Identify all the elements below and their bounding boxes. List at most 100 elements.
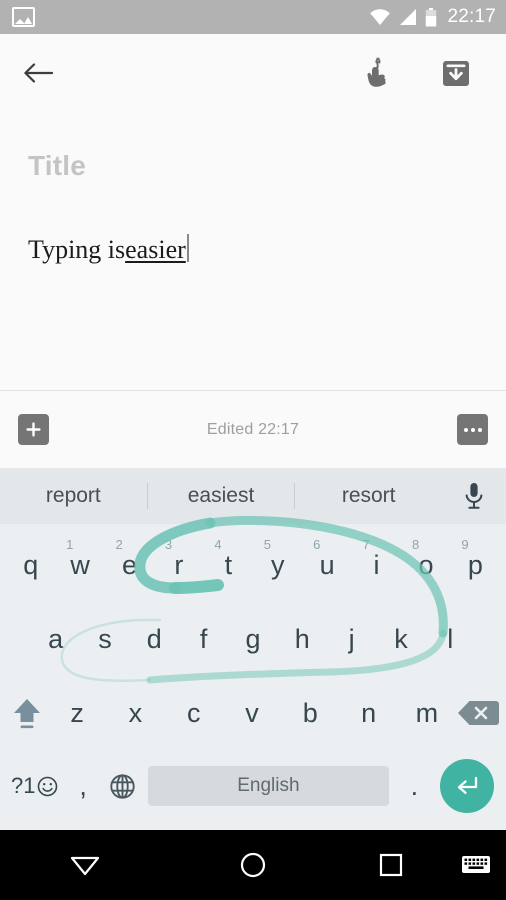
key-label: c [186, 697, 201, 728]
note-body-composing-text: easier [125, 235, 186, 264]
android-nav-bar [0, 830, 506, 900]
key-label: f [199, 623, 208, 654]
nav-keyboard-button[interactable] [446, 854, 506, 876]
key-digit-label: 5 [263, 537, 271, 552]
key-b[interactable]: b [281, 676, 339, 750]
key-label: u [319, 549, 335, 580]
key-label: a [48, 623, 64, 654]
key-label: p [467, 549, 483, 580]
emoji-smiley-icon [38, 776, 58, 796]
key-c[interactable]: c [165, 676, 223, 750]
keyboard-row-1: q 1 w 2 e 3 r 4 t 5 y 6 u 7 i 8 o 9 p [0, 528, 506, 602]
key-i[interactable]: 7 i [352, 528, 401, 602]
shift-key[interactable] [6, 676, 48, 750]
key-label: y [270, 549, 285, 580]
key-z[interactable]: z [48, 676, 106, 750]
suggestion-2[interactable]: resort [295, 484, 442, 508]
key-d[interactable]: d [130, 602, 179, 676]
back-arrow-icon [24, 63, 53, 83]
key-digit-label: 7 [362, 537, 370, 552]
key-label: n [361, 697, 377, 728]
key-n[interactable]: n [339, 676, 397, 750]
suggestion-strip: report easiest resort [0, 468, 506, 524]
key-o[interactable]: 8 o [401, 528, 450, 602]
key-l[interactable]: l [426, 602, 475, 676]
note-body-input[interactable]: Typing is easier [28, 230, 478, 265]
voice-input-button[interactable] [442, 481, 506, 511]
enter-key[interactable] [440, 759, 494, 813]
symbols-emoji-key[interactable]: ?1 [6, 750, 63, 822]
note-editor[interactable]: Title Typing is easier [0, 112, 506, 390]
add-attachment-button[interactable] [18, 414, 49, 445]
period-key[interactable]: . [395, 750, 434, 822]
key-digit-label: 4 [214, 537, 222, 552]
nav-recents-button[interactable] [336, 852, 446, 878]
back-button[interactable] [16, 51, 60, 95]
keyboard: report easiest resort q 1 w 2 e 3 r 4 t … [0, 468, 506, 830]
archive-button[interactable] [434, 51, 478, 95]
backspace-key[interactable] [456, 676, 500, 750]
suggestion-0[interactable]: report [0, 484, 147, 508]
key-digit-label: 6 [313, 537, 321, 552]
key-t[interactable]: 4 t [204, 528, 253, 602]
enter-return-icon [457, 776, 478, 794]
shift-icon [13, 699, 40, 729]
nav-back-triangle-icon [70, 856, 100, 876]
nav-home-button[interactable] [170, 851, 336, 879]
comma-key[interactable]: , [63, 750, 102, 822]
key-label: o [418, 549, 434, 580]
wifi-icon [370, 9, 391, 25]
key-f[interactable]: f [179, 602, 228, 676]
reminder-button[interactable] [356, 51, 400, 95]
keyboard-row-2: a s d f g h j k l [0, 602, 506, 676]
status-notifications [12, 7, 35, 27]
key-label: r [174, 549, 184, 580]
symbols-label: ?1 [10, 773, 36, 798]
key-label: l [447, 623, 454, 654]
key-label: g [245, 623, 261, 654]
phone-screen: 22:17 Title Typing is easier Edited 22:1… [0, 0, 506, 900]
status-system-icons: 22:17 [369, 6, 496, 28]
key-e[interactable]: 2 e [105, 528, 154, 602]
key-x[interactable]: x [106, 676, 164, 750]
language-switch-key[interactable] [103, 750, 142, 822]
key-s[interactable]: s [80, 602, 129, 676]
key-y[interactable]: 5 y [253, 528, 302, 602]
photo-icon [12, 7, 35, 27]
microphone-icon [465, 483, 483, 509]
key-rows: q 1 w 2 e 3 r 4 t 5 y 6 u 7 i 8 o 9 p a … [0, 524, 506, 822]
nav-back-button[interactable] [0, 852, 170, 878]
key-label: h [294, 623, 310, 654]
edited-timestamp: Edited 22:17 [206, 420, 300, 438]
key-m[interactable]: m [398, 676, 456, 750]
app-bar [0, 34, 506, 112]
key-label: k [394, 623, 408, 654]
key-q[interactable]: q [6, 528, 55, 602]
key-u[interactable]: 6 u [302, 528, 351, 602]
key-j[interactable]: j [327, 602, 376, 676]
note-title-input[interactable]: Title [28, 150, 478, 182]
key-g[interactable]: g [228, 602, 277, 676]
overflow-menu-button[interactable] [457, 414, 488, 445]
key-label: e [122, 549, 138, 580]
note-body-plain-text: Typing is [28, 235, 126, 264]
key-p[interactable]: 9 p [451, 528, 500, 602]
nav-home-circle-icon [240, 852, 266, 878]
key-label: j [348, 623, 355, 654]
space-key[interactable]: English [148, 766, 389, 806]
key-h[interactable]: h [278, 602, 327, 676]
key-a[interactable]: a [31, 602, 80, 676]
key-r[interactable]: 3 r [154, 528, 203, 602]
key-label: v [245, 697, 259, 728]
key-label: , [79, 770, 87, 801]
key-k[interactable]: k [376, 602, 425, 676]
nav-keyboard-icon [462, 856, 490, 873]
key-label: d [146, 623, 162, 654]
suggestion-1[interactable]: easiest [148, 484, 295, 508]
status-bar: 22:17 [0, 0, 506, 34]
key-w[interactable]: 1 w [55, 528, 104, 602]
language-globe-icon [110, 773, 135, 799]
battery-icon [426, 7, 437, 26]
key-v[interactable]: v [223, 676, 281, 750]
text-caret [186, 234, 189, 262]
